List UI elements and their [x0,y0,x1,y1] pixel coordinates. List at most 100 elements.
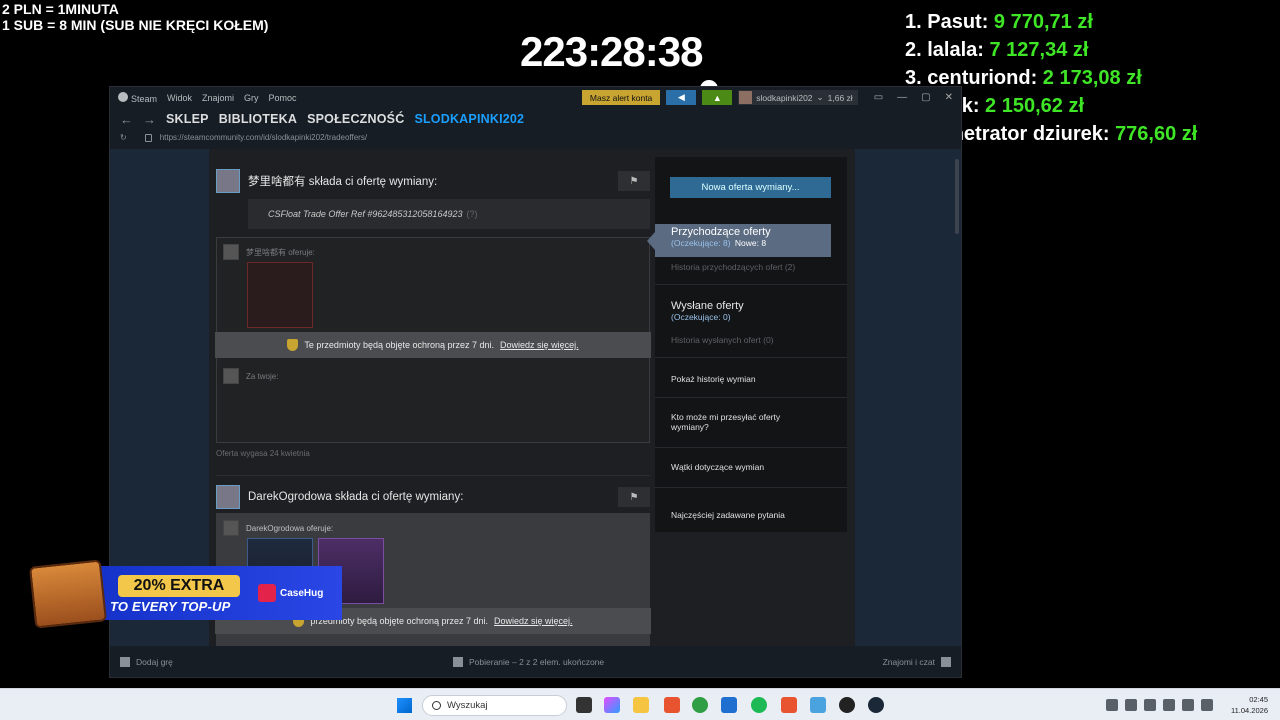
leaderboard-row: 1. Pasut: 9 770,71 zł [905,11,1093,33]
who-can-send-link[interactable]: Kto może mi przesyłać oferty wymiany? [671,412,801,432]
brand-logo: CaseHug [258,584,323,602]
steam-menu[interactable]: Steam [118,92,157,104]
wallet-balance: 1,66 zł [827,92,853,103]
nav-library[interactable]: BIBLIOTEKA [219,112,297,126]
lock-icon [144,133,152,142]
maximize-icon[interactable]: ▢ [921,92,930,103]
divider [655,284,847,285]
account-menu[interactable]: slodkapinki202 ⌄ 1,66 zł [738,90,858,105]
brand-icon [258,584,276,602]
menu-view[interactable]: Widok [167,93,192,103]
announcements-icon[interactable]: ◀ [666,90,697,105]
account-alert-button[interactable]: Masz alert konta [581,90,661,105]
avatar [739,91,753,104]
faq-link[interactable]: Najczęściej zadawane pytania [671,510,831,520]
windows-taskbar: Wyszukaj 02:45 11.04.2026 [0,688,1280,720]
promo-banner: 20% EXTRA TO EVERY TOP-UP CaseHug [28,558,342,629]
task-view-icon[interactable] [576,697,592,713]
file-explorer-icon[interactable] [633,697,649,713]
chrome-icon[interactable] [692,697,708,713]
trade-sidebar: Nowa oferta wymiany... Przychodzące ofer… [647,157,847,532]
new-trade-offer-button[interactable]: Nowa oferta wymiany... [670,177,831,198]
nav-bar: ← → SKLEP BIBLIOTEKA SPOŁECZNOŚĆ SLODKAP… [110,109,961,129]
trade-history-link[interactable]: Pokaż historię wymian [671,374,831,384]
nav-store[interactable]: SKLEP [166,112,209,126]
shield-icon [287,339,299,351]
steam-icon[interactable] [868,697,884,713]
trade-offer: 梦里啥都有 składa ci ofertę wymiany: ⚑ CSFloa… [215,169,651,458]
menu-games[interactable]: Gry [244,93,259,103]
microphone-icon[interactable] [1182,699,1194,711]
url-text[interactable]: https://steamcommunity.com/id/slodkapink… [160,133,367,142]
tray-app-icon[interactable] [1144,699,1156,711]
avatar [223,368,239,384]
wifi-icon[interactable] [1163,699,1175,711]
incoming-history-link[interactable]: Historia przychodzących ofert (2) [671,262,831,272]
menu-right: Masz alert konta ◀ ▲ slodkapinki202 ⌄ 1,… [581,90,961,105]
avatar[interactable] [216,485,240,509]
stream-rules: 2 PLN = 1MINUTA 1 SUB = 8 MIN (SUB NIE K… [2,1,268,33]
downloads-button[interactable]: Pobieranie – 2 z 2 elem. ukończone [453,656,604,667]
sent-history-link[interactable]: Historia wysłanych ofert (0) [671,335,831,345]
scrollbar-thumb[interactable] [955,159,959,234]
learn-more-link[interactable]: Dowiedz się więcej. [494,616,573,626]
promo-subline: TO EVERY TOP-UP [110,599,231,614]
close-icon[interactable]: ✕ [945,92,953,103]
offer-expiry: Oferta wygasa 24 kwietnia [216,449,310,458]
nav-profile[interactable]: SLODKAPINKI202 [414,112,524,126]
trade-header: 梦里啥都有 składa ci ofertę wymiany: [216,169,650,193]
windows-start-icon[interactable] [397,698,412,713]
friends-chat-button[interactable]: Znajomi i czat [883,656,951,667]
nav-community[interactable]: SPOŁECZNOŚĆ [307,112,404,126]
promo-headline: 20% EXTRA [118,575,240,597]
minimize-icon[interactable]: — [897,92,907,103]
download-icon [453,656,463,667]
taskbar-clock[interactable]: 02:45 11.04.2026 [1226,694,1268,716]
refresh-icon[interactable]: ↻ [120,133,127,142]
partner-offers-label: DarekOgrodowa oferuje: [223,520,333,536]
steam-logo-icon [118,92,128,102]
volume-icon[interactable] [1201,699,1213,711]
back-arrow-icon[interactable]: ← [120,112,133,127]
window-controls: ▭ — ▢ ✕ [874,92,953,103]
store-icon[interactable] [721,697,737,713]
menu-friends[interactable]: Znajomi [202,93,234,103]
brave-icon[interactable] [781,697,797,713]
chevron-down-icon: ⌄ [816,92,824,102]
copilot-icon[interactable] [604,697,620,713]
taskbar-search[interactable]: Wyszukaj [422,695,567,716]
active-indicator [647,232,655,250]
notifications-icon[interactable]: ▲ [702,90,733,105]
chat-icon [941,656,951,667]
chevron-up-icon[interactable] [1106,699,1118,711]
trade-title: 梦里啥都有 składa ci ofertę wymiany: [248,176,438,188]
steam-footer: Dodaj grę Pobieranie – 2 z 2 elem. ukońc… [110,646,961,677]
menu-bar: Steam Widok Znajomi Gry Pomoc Masz alert… [110,87,961,109]
plus-icon [120,656,130,667]
trade-item[interactable] [247,262,313,328]
brave-icon[interactable] [664,697,680,713]
monitor-icon[interactable]: ▭ [874,92,883,103]
chest-icon [28,559,108,629]
trade-threads-link[interactable]: Wątki dotyczące wymian [671,462,831,472]
sent-offers-link[interactable]: Wysłane oferty (Oczekujące: 0) [671,300,831,322]
tray-app-icon[interactable] [1125,699,1137,711]
menu-help[interactable]: Pomoc [269,93,297,103]
report-flag-icon[interactable]: ⚑ [618,487,650,507]
notepad-icon[interactable] [810,697,826,713]
spotify-icon[interactable] [751,697,767,713]
rule-line: 1 SUB = 8 MIN (SUB NIE KRĘCI KOŁEM) [2,17,269,33]
avatar[interactable] [216,169,240,193]
obs-icon[interactable] [839,697,855,713]
forward-arrow-icon[interactable]: → [143,112,156,127]
subathon-timer: 223:28:38 [520,28,703,75]
learn-more-link[interactable]: Dowiedz się więcej. [500,340,579,350]
report-flag-icon[interactable]: ⚑ [618,171,650,191]
system-tray [1106,699,1213,711]
divider [655,357,847,358]
incoming-offers-tab[interactable]: Przychodzące oferty (Oczekujące: 8) Nowe… [647,224,831,257]
scrollbar[interactable] [954,149,960,646]
add-game-button[interactable]: Dodaj grę [120,656,173,667]
trade-header: DarekOgrodowa składa ci ofertę wymiany: [216,485,650,509]
divider [655,447,847,448]
